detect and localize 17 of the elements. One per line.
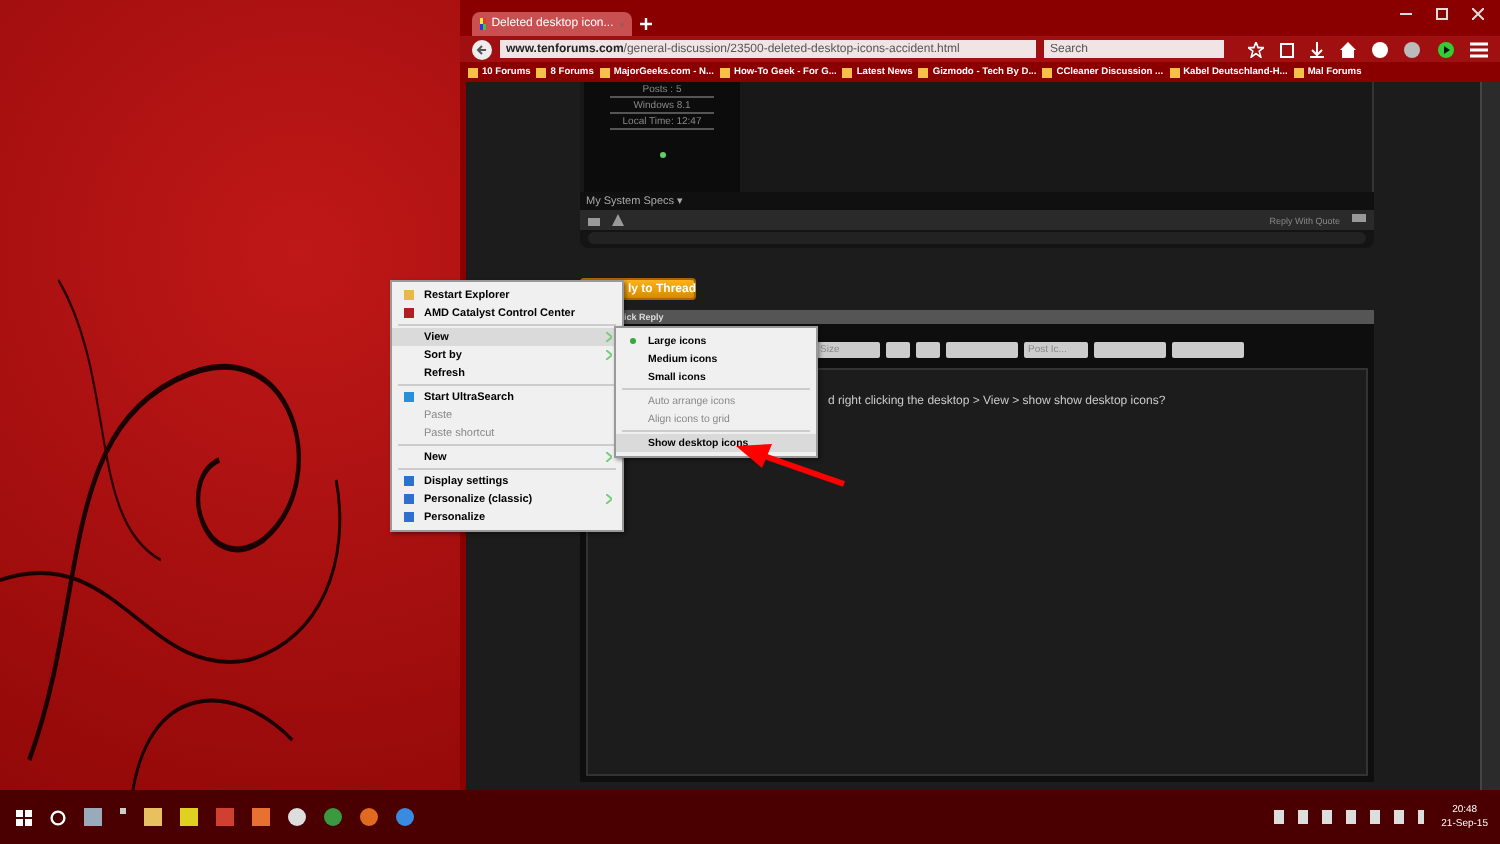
maximize-icon[interactable]	[1436, 8, 1448, 20]
star-icon[interactable]	[1248, 41, 1264, 57]
site-icon	[480, 18, 486, 30]
back-icon[interactable]	[472, 39, 492, 59]
windows-logo-icon[interactable]	[16, 809, 32, 825]
menu-icon[interactable]	[1470, 41, 1488, 57]
search-circle-icon[interactable]	[50, 809, 66, 825]
home-icon[interactable]	[1340, 41, 1356, 57]
minimize-icon[interactable]	[1400, 8, 1412, 20]
plus-icon[interactable]	[640, 18, 652, 30]
app-icon	[403, 392, 413, 402]
download-icon[interactable]	[1310, 41, 1324, 57]
pointer-arrow	[736, 444, 848, 488]
online-dot	[659, 152, 665, 158]
scrollbar[interactable]	[1480, 82, 1500, 790]
play-icon[interactable]	[1438, 41, 1454, 57]
warning-icon[interactable]	[612, 214, 624, 226]
